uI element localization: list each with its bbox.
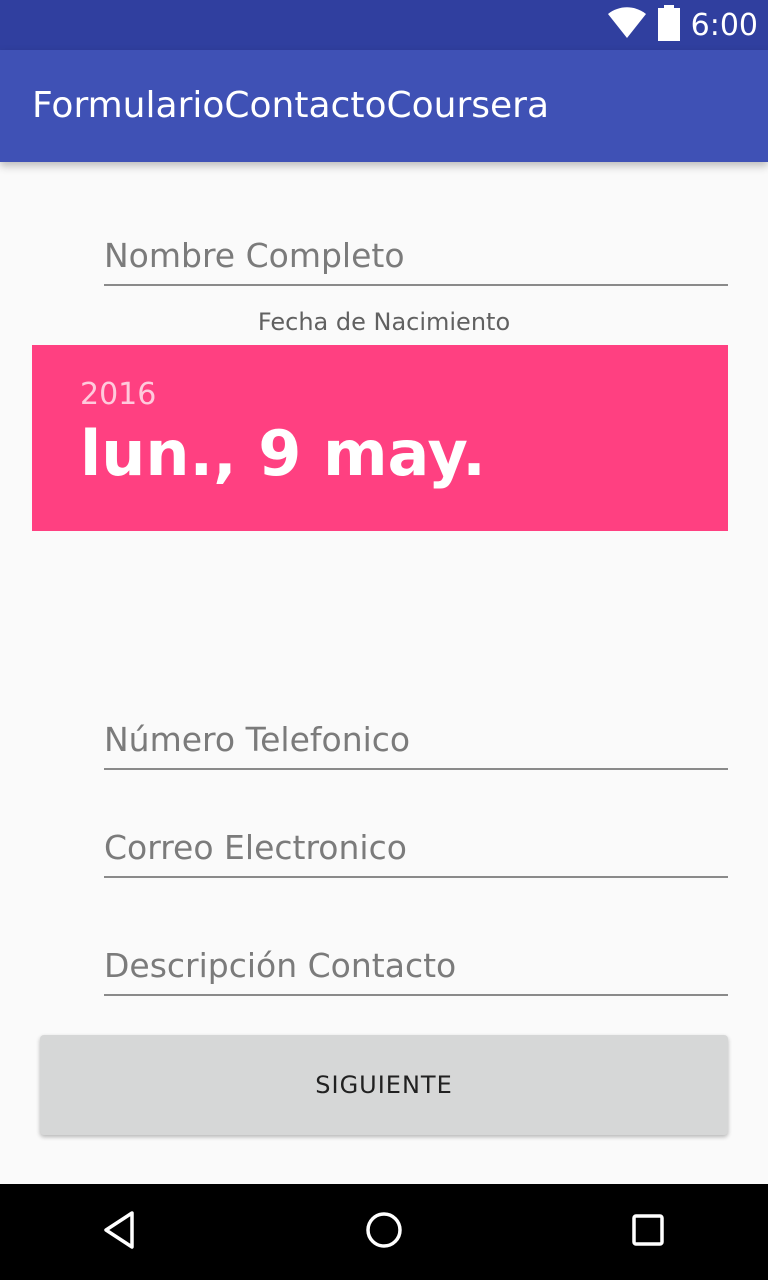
full-name-input[interactable]: [104, 226, 728, 286]
back-icon: [100, 1210, 140, 1254]
recents-button[interactable]: [600, 1184, 696, 1280]
date-picker-header[interactable]: 2016 lun., 9 may.: [32, 345, 728, 531]
phone-input[interactable]: [104, 710, 728, 770]
status-icons: 6:00: [607, 0, 758, 50]
date-selected[interactable]: lun., 9 may.: [80, 417, 486, 490]
status-bar: 6:00: [0, 0, 768, 50]
battery-icon: [657, 5, 681, 45]
date-year[interactable]: 2016: [80, 377, 156, 412]
home-icon: [364, 1210, 404, 1254]
email-input[interactable]: [104, 818, 728, 878]
app-bar: FormularioContactoCoursera: [0, 50, 768, 162]
birth-date-label: Fecha de Nacimiento: [257, 308, 511, 336]
next-button[interactable]: SIGUIENTE: [40, 1035, 728, 1135]
back-button[interactable]: [72, 1184, 168, 1280]
status-time: 6:00: [690, 7, 758, 43]
app-title: FormularioContactoCoursera: [32, 85, 550, 126]
navigation-bar: [0, 1184, 768, 1280]
description-input[interactable]: [104, 936, 728, 996]
home-button[interactable]: [336, 1184, 432, 1280]
recents-icon: [628, 1210, 668, 1254]
wifi-icon: [607, 7, 647, 43]
